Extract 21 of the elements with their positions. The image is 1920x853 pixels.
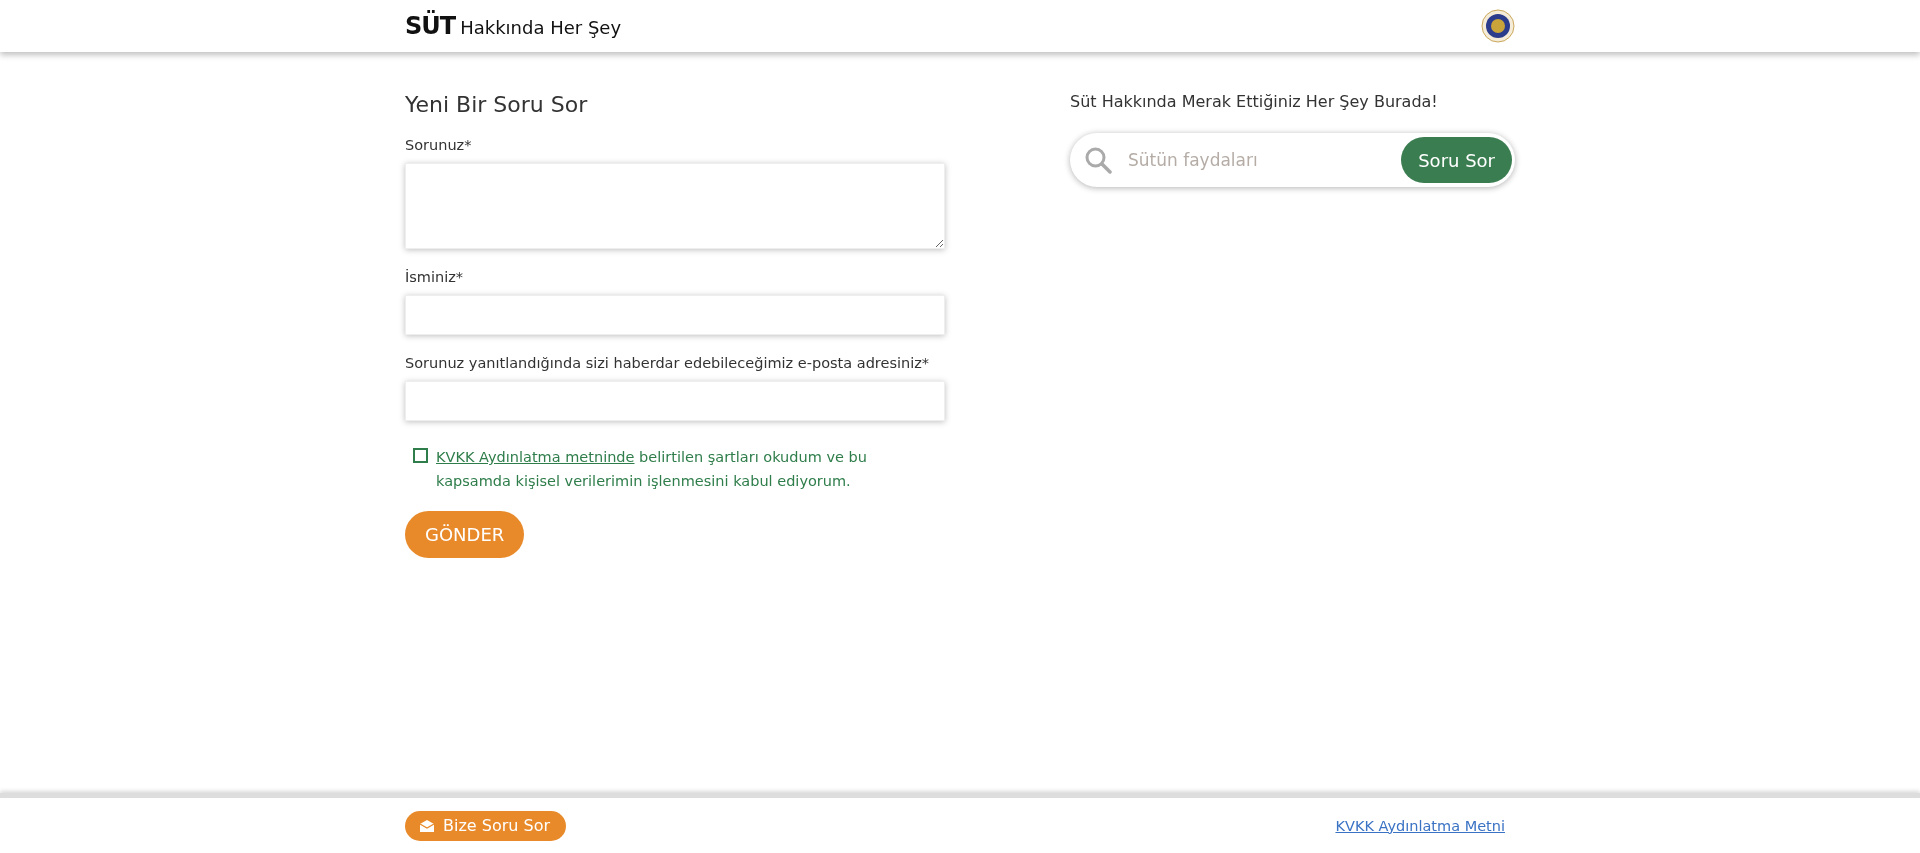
logo-mark: SÜT — [405, 12, 456, 40]
ask-us-button[interactable]: Bize Soru Sor — [405, 810, 567, 841]
question-field[interactable] — [405, 163, 945, 249]
form-title: Yeni Bir Soru Sor — [405, 92, 589, 117]
emblem-icon — [1481, 9, 1515, 43]
kvkk-link[interactable]: KVKK Aydınlatma metninde — [436, 449, 635, 465]
logo-text: Hakkında Her Şey — [460, 17, 622, 38]
envelope-icon — [419, 818, 435, 833]
submit-button[interactable]: GÖNDER — [405, 511, 525, 558]
input-field[interactable] — [405, 295, 945, 335]
consent-text: KVKK Aydınlatma metninde belirtilen şartları okudum ve bu kapsamda kişisel verilerimin işlenmesini kabul ediyorum. — [436, 448, 868, 491]
search-field[interactable]: Sütün faydaları Soru Sor — [1070, 133, 1515, 187]
search-heading: Süt Hakkında Merak Ettiğiniz Her Şey Burada! — [1070, 92, 1439, 111]
consent-checkbox[interactable] — [413, 448, 428, 463]
ask-button[interactable]: Soru Sor — [1401, 137, 1512, 183]
input-field[interactable] — [405, 381, 945, 421]
field-label: Sorunuz* — [405, 136, 473, 155]
kvkk-footer-link[interactable]: KVKK Aydınlatma Metni — [1335, 817, 1505, 834]
search-icon — [1084, 146, 1112, 174]
field-label: Sorunuz yanıtlandığında sizi haberdar edebileceğimiz e-posta adresiniz* — [405, 354, 931, 373]
field-label: İsminiz* — [405, 268, 465, 287]
